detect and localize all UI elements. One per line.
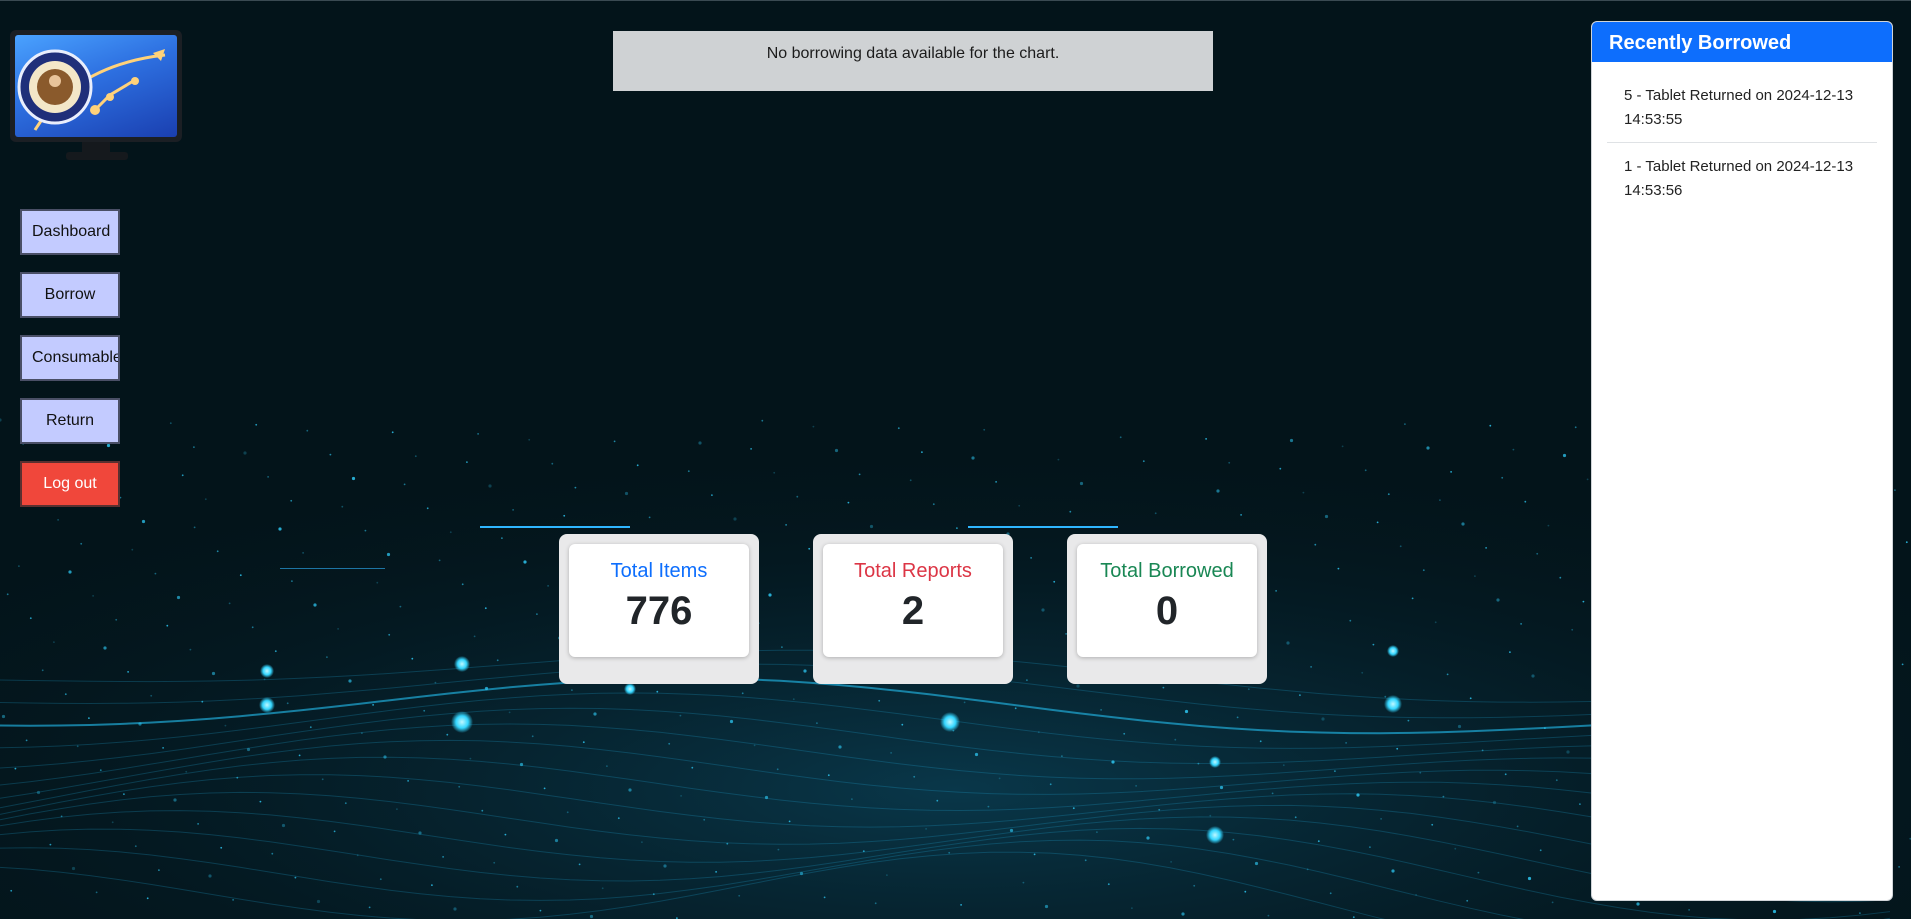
nav-return-button[interactable]: Return <box>20 398 120 444</box>
recent-list: 5 - Tablet Returned on 2024-12-13 14:53:… <box>1592 62 1892 213</box>
list-item: 1 - Tablet Returned on 2024-12-13 14:53:… <box>1624 158 1854 199</box>
monitor-base <box>66 152 128 160</box>
nav-consumable-button[interactable]: Consumable <box>20 335 120 381</box>
decorative-holo-line <box>480 526 630 528</box>
logo-monitor <box>10 30 182 170</box>
nav-dashboard-button[interactable]: Dashboard <box>20 209 120 255</box>
stat-card-total-items: Total Items 776 <box>559 534 759 684</box>
university-seal-usb-logo-icon <box>15 35 177 137</box>
stat-value: 2 <box>901 589 925 633</box>
stat-label: Total Items <box>610 560 708 582</box>
top-border <box>0 0 1911 1</box>
nav-borrow-button[interactable]: Borrow <box>20 272 120 318</box>
recently-borrowed-panel: Recently Borrowed 5 - Tablet Returned on… <box>1591 21 1893 901</box>
decorative-holo-line <box>968 526 1118 528</box>
chart-empty-message: No borrowing data available for the char… <box>613 31 1213 91</box>
logout-button[interactable]: Log out <box>20 461 120 507</box>
stat-card-total-reports: Total Reports 2 <box>813 534 1013 684</box>
panel-title: Recently Borrowed <box>1592 22 1892 62</box>
stat-label: Total Reports <box>854 560 972 582</box>
decorative-holo-line <box>280 568 385 569</box>
list-item: 5 - Tablet Returned on 2024-12-13 14:53:… <box>1607 72 1877 143</box>
stat-label: Total Borrowed <box>1100 560 1234 582</box>
stat-value: 776 <box>625 589 693 633</box>
stat-card-total-borrowed: Total Borrowed 0 <box>1067 534 1267 684</box>
sidebar-nav: Dashboard Borrow Consumable Return Log o… <box>20 209 120 524</box>
stat-value: 0 <box>1155 589 1179 633</box>
